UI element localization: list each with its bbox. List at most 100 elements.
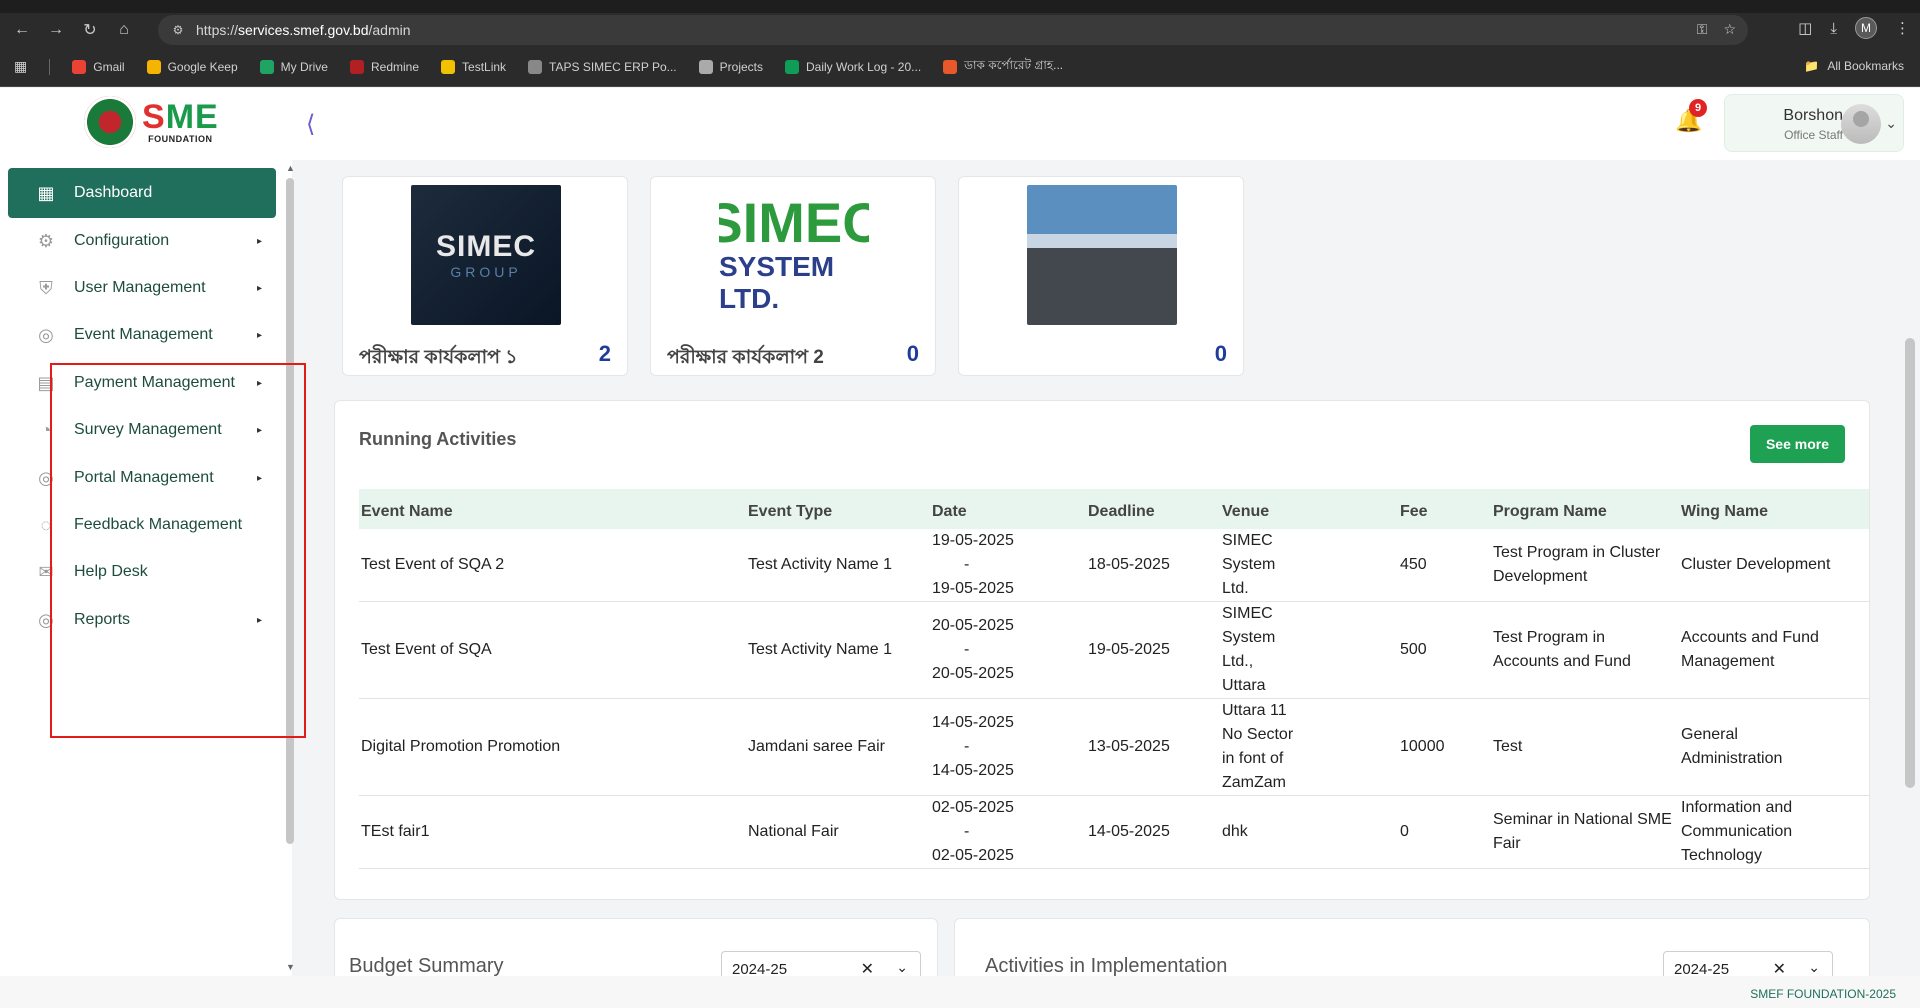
see-more-button[interactable]: See more	[1750, 425, 1845, 463]
bookmark-favicon-icon	[441, 59, 456, 74]
budget-year-select[interactable]: 2024-25 ✕ ⌄	[721, 951, 921, 976]
table-row[interactable]: Digital Promotion Promotion Jamdani saree…	[359, 698, 1869, 796]
cell-line: Test	[1493, 738, 1523, 755]
activity-card-2[interactable]: SIMEC SYSTEM LTD. পরীক্ষার কার্যকলাপ 2 0	[650, 176, 936, 376]
column-header: Venue	[1220, 489, 1398, 529]
chevron-right-icon: ▸	[256, 235, 262, 247]
cell-line: System	[1222, 556, 1276, 573]
bookmark-label: My Drive	[280, 59, 328, 74]
date-line: 20-05-2025	[932, 665, 1014, 682]
cell-line: Test Program in	[1493, 629, 1606, 646]
activity-card-1[interactable]: SIMEC GROUP পরীক্ষার কার্যকলাপ ১ 2	[342, 176, 628, 376]
cell-line: dhk	[1222, 823, 1248, 840]
site-info-icon[interactable]: ⚙	[170, 22, 186, 38]
notification-badge: 9	[1689, 99, 1707, 117]
cell-line: Uttara 11	[1222, 702, 1287, 719]
sidebar-item-label: Event Management	[74, 326, 213, 343]
table-row[interactable]: Test Event of SQA 2 Test Activity Name 11…	[359, 529, 1869, 602]
bookmark-label: Redmine	[370, 59, 420, 74]
date-line: 02-05-2025	[932, 847, 1014, 864]
chevron-down-icon[interactable]: ⌄	[1885, 115, 1897, 132]
profile-avatar[interactable]: M	[1855, 17, 1877, 39]
user-menu[interactable]: Borshon Office Staff ⌄	[1724, 94, 1904, 152]
date-line: -	[964, 823, 970, 840]
bookmark-favicon-icon	[349, 59, 364, 74]
extensions-icon[interactable]: ◫	[1798, 19, 1812, 37]
government-seal-logo	[84, 96, 136, 148]
bookmark-item[interactable]: My Drive	[259, 57, 328, 77]
bookmark-favicon-icon	[146, 59, 161, 74]
cell-line: Technology	[1681, 847, 1762, 864]
card-label: পরীক্ষার কার্যকলাপ 2	[667, 347, 824, 368]
user-name: Borshon	[1783, 107, 1843, 124]
bookmark-item[interactable]: ডাক কর্পোরেট গ্রাহ...	[943, 57, 1063, 77]
home-icon[interactable]: ⌂	[110, 16, 138, 44]
smef-logo[interactable]: SME FOUNDATION	[84, 96, 219, 148]
clear-icon[interactable]: ✕	[861, 959, 874, 976]
sidebar-item-event-management[interactable]: ◎ Event Management ▸	[8, 310, 276, 360]
sidebar-scroll-down-icon[interactable]: ▼	[286, 962, 295, 972]
implementation-year-select[interactable]: 2024-25 ✕ ⌄	[1663, 951, 1833, 976]
sidebar-item-dashboard[interactable]: ▦ Dashboard	[8, 168, 276, 218]
chevron-down-icon[interactable]: ⌄	[1808, 959, 1820, 976]
activity-card-3[interactable]: 0	[958, 176, 1244, 376]
bookmark-favicon-icon	[943, 59, 958, 74]
sidebar-collapse-icon[interactable]: ⟨	[306, 110, 315, 139]
venue-cell: SIMEC System Ltd.	[1220, 529, 1398, 602]
date-cell: 14-05-2025 - 14-05-2025	[930, 698, 1086, 796]
clear-icon[interactable]: ✕	[1773, 959, 1786, 976]
main-content: SIMEC GROUP পরীক্ষার কার্যকলাপ ১ 2 SIMEC…	[296, 160, 1902, 976]
apps-grid-icon[interactable]: ▦	[14, 58, 27, 75]
wing-cell: General Administration	[1679, 698, 1869, 796]
sidebar-scroll-up-icon[interactable]: ▲	[286, 163, 295, 173]
highlight-box	[50, 363, 306, 738]
bookmark-item[interactable]: TAPS SIMEC ERP Po...	[528, 57, 677, 77]
cell-line: Development	[1493, 568, 1588, 585]
chevron-right-icon: ▸	[256, 329, 262, 341]
password-key-icon[interactable]: ⚿	[1697, 21, 1708, 38]
cell-line: System	[1222, 629, 1276, 646]
forward-icon[interactable]: →	[42, 16, 70, 44]
date-line: 02-05-2025	[932, 799, 1014, 816]
sidebar-item-user-management[interactable]: ⛨ User Management ▸	[8, 263, 276, 313]
chevron-right-icon: ▸	[256, 282, 262, 294]
thumb-subtitle: SYSTEM LTD.	[719, 251, 835, 314]
card-title: Budget Summary	[349, 955, 504, 976]
download-icon[interactable]: ⤓	[1830, 20, 1837, 37]
browser-menu-icon[interactable]: ⋮	[1895, 19, 1910, 37]
bookmark-item[interactable]: Gmail	[72, 57, 125, 77]
back-icon[interactable]: ←	[8, 16, 36, 44]
bookmark-label: ডাক কর্পোরেট গ্রাহ...	[964, 57, 1064, 72]
footer-text: SMEF FOUNDATION-2025	[1750, 987, 1896, 1001]
date-line: 14-05-2025	[932, 762, 1014, 779]
wing-cell: Information and Communication Technology	[1679, 795, 1869, 869]
selected-year: 2024-25	[1674, 960, 1730, 977]
sidebar-item-configuration[interactable]: ⚙ Configuration ▸	[8, 216, 276, 266]
address-bar[interactable]: ⚙ https://services.smef.gov.bd/admin ⚿ ☆	[158, 15, 1748, 45]
column-header: Event Type	[746, 489, 930, 529]
table-row[interactable]: TEst fair1 National Fair 02-05-2025-02-05-…	[359, 795, 1869, 869]
table-row[interactable]: Test Event of SQA Test Activity Name 1 20-…	[359, 601, 1869, 699]
bookmark-item[interactable]: Daily Work Log - 20...	[785, 57, 921, 77]
thumb-title: SIMEC	[435, 230, 536, 263]
bookmark-item[interactable]: TestLink	[441, 57, 506, 77]
all-bookmarks[interactable]: 📁 All Bookmarks	[1804, 59, 1904, 73]
bookmark-item[interactable]: Google Keep	[146, 57, 238, 77]
url-text[interactable]: https://services.smef.gov.bd/admin	[196, 22, 411, 38]
page-scrollbar[interactable]	[1905, 338, 1915, 788]
bookmark-item[interactable]: Redmine	[349, 57, 420, 77]
event-name-cell: Digital Promotion Promotion	[359, 698, 746, 796]
date-line: -	[964, 738, 970, 755]
wing-cell: Accounts and Fund Management	[1679, 601, 1869, 699]
cell-line: Ltd.	[1222, 580, 1249, 597]
sidebar-item-label: User Management	[74, 279, 206, 296]
cell-line: SIMEC	[1222, 532, 1273, 549]
bookmark-star-icon[interactable]: ☆	[1723, 21, 1736, 38]
column-header: Program Name	[1491, 489, 1679, 529]
card-title: Activities in Implementation	[985, 955, 1228, 976]
venue-cell: Uttara 11 No Sector in font of ZamZam	[1220, 698, 1398, 796]
cell-line: Fair	[1493, 835, 1521, 852]
chevron-down-icon[interactable]: ⌄	[896, 959, 908, 976]
reload-icon[interactable]: ↻	[76, 16, 104, 44]
bookmark-item[interactable]: Projects	[698, 57, 763, 77]
